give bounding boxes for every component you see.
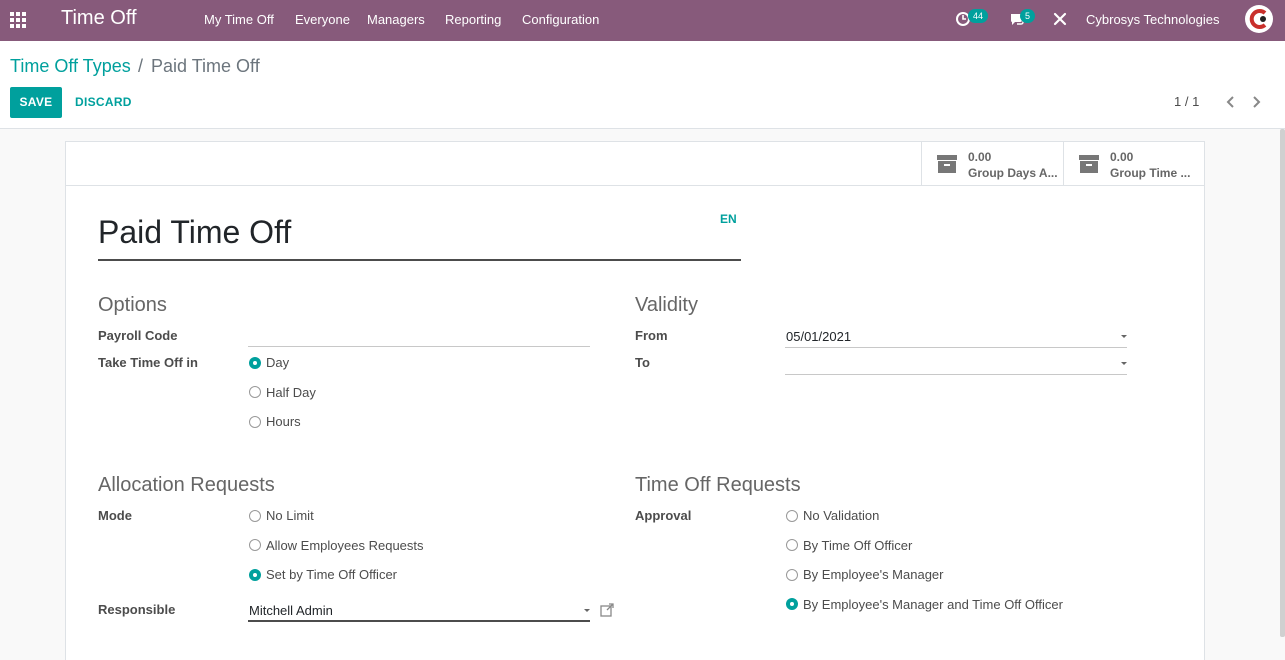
form-sheet: 0.00 Group Days A... 0.00 Group Time ...… [65, 141, 1205, 660]
discard-button[interactable]: DISCARD [75, 87, 132, 118]
radio-set-by-officer[interactable] [249, 569, 261, 581]
radio-by-manager-and-officer[interactable] [786, 598, 798, 610]
validity-section-title: Validity [635, 294, 698, 316]
save-button[interactable]: SAVE [10, 87, 62, 118]
pager-next-icon[interactable] [1250, 93, 1264, 111]
radio-by-manager[interactable] [786, 569, 798, 581]
to-underline [785, 374, 1127, 375]
apps-menu-icon[interactable] [10, 12, 28, 28]
activity-count-badge: 44 [968, 9, 989, 23]
radio-by-officer[interactable] [786, 539, 798, 551]
name-field[interactable]: Paid Time Off [98, 214, 291, 251]
page-scrollbar[interactable] [1280, 129, 1285, 637]
radio-no-limit[interactable] [249, 510, 261, 522]
menu-managers[interactable]: Managers [367, 12, 425, 27]
company-switcher[interactable]: Cybrosys Technologies [1086, 12, 1219, 27]
radio-day-label[interactable]: Day [266, 355, 289, 370]
time-off-requests-section-title: Time Off Requests [635, 474, 801, 496]
group-days-allocation-button[interactable]: 0.00 Group Days A... [921, 142, 1063, 185]
radio-by-manager-label[interactable]: By Employee's Manager [803, 567, 944, 582]
mode-label: Mode [98, 508, 132, 523]
radio-allow-employees-requests[interactable] [249, 539, 261, 551]
options-section-title: Options [98, 294, 167, 316]
radio-hours[interactable] [249, 416, 261, 428]
responsible-underline [248, 620, 590, 622]
name-field-underline [98, 259, 741, 261]
pager-value[interactable]: 1 / 1 [1174, 94, 1199, 109]
responsible-label: Responsible [98, 602, 176, 617]
radio-by-officer-label[interactable]: By Time Off Officer [803, 538, 912, 553]
menu-configuration[interactable]: Configuration [522, 12, 599, 27]
stat-value: 0.00 [968, 150, 992, 164]
to-label: To [635, 355, 650, 370]
user-avatar[interactable] [1245, 5, 1273, 33]
archive-icon [936, 154, 958, 174]
radio-no-validation[interactable] [786, 510, 798, 522]
debug-tools-icon[interactable] [1053, 12, 1067, 29]
allocation-section-title: Allocation Requests [98, 474, 275, 496]
from-date-input[interactable]: 05/01/2021 [786, 329, 851, 344]
responsible-dropdown-caret-icon[interactable] [584, 609, 590, 612]
pager-previous-icon[interactable] [1223, 93, 1237, 111]
group-time-off-button[interactable]: 0.00 Group Time ... [1063, 142, 1205, 185]
radio-set-by-officer-label[interactable]: Set by Time Off Officer [266, 567, 397, 582]
radio-hours-label[interactable]: Hours [266, 414, 301, 429]
take-time-off-label: Take Time Off in [98, 355, 198, 370]
breadcrumb-current: Paid Time Off [151, 56, 260, 76]
approval-label: Approval [635, 508, 692, 523]
from-underline [785, 347, 1127, 348]
stat-label: Group Time ... [1110, 166, 1191, 180]
radio-no-validation-label[interactable]: No Validation [803, 508, 879, 523]
control-panel: Time Off Types / Paid Time Off SAVE DISC… [0, 41, 1285, 129]
radio-day[interactable] [249, 357, 261, 369]
breadcrumb-separator: / [138, 56, 144, 76]
payroll-code-label: Payroll Code [98, 328, 178, 343]
menu-everyone[interactable]: Everyone [295, 12, 350, 27]
from-dropdown-caret-icon[interactable] [1121, 335, 1127, 338]
menu-reporting[interactable]: Reporting [445, 12, 501, 27]
radio-no-limit-label[interactable]: No Limit [266, 508, 314, 523]
menu-my-time-off[interactable]: My Time Off [204, 12, 274, 27]
app-brand[interactable]: Time Off [61, 7, 137, 30]
to-dropdown-caret-icon[interactable] [1121, 362, 1127, 365]
messages-count-badge: 5 [1020, 9, 1036, 23]
from-label: From [635, 328, 668, 343]
responsible-input[interactable]: Mitchell Admin [249, 603, 333, 618]
payroll-code-underline [248, 346, 590, 347]
smart-button-box: 0.00 Group Days A... 0.00 Group Time ... [66, 142, 1204, 186]
radio-half-day-label[interactable]: Half Day [266, 385, 316, 400]
breadcrumb-parent-link[interactable]: Time Off Types [10, 56, 131, 77]
radio-allow-employees-requests-label[interactable]: Allow Employees Requests [266, 538, 424, 553]
stat-label: Group Days A... [968, 166, 1058, 180]
external-link-icon[interactable] [600, 603, 614, 620]
top-navbar: Time Off My Time Off Everyone Managers R… [0, 0, 1285, 41]
archive-icon [1078, 154, 1100, 174]
radio-by-manager-and-officer-label[interactable]: By Employee's Manager and Time Off Offic… [803, 597, 1063, 612]
stat-value: 0.00 [1110, 150, 1134, 164]
radio-half-day[interactable] [249, 386, 261, 398]
language-button[interactable]: EN [720, 212, 737, 226]
